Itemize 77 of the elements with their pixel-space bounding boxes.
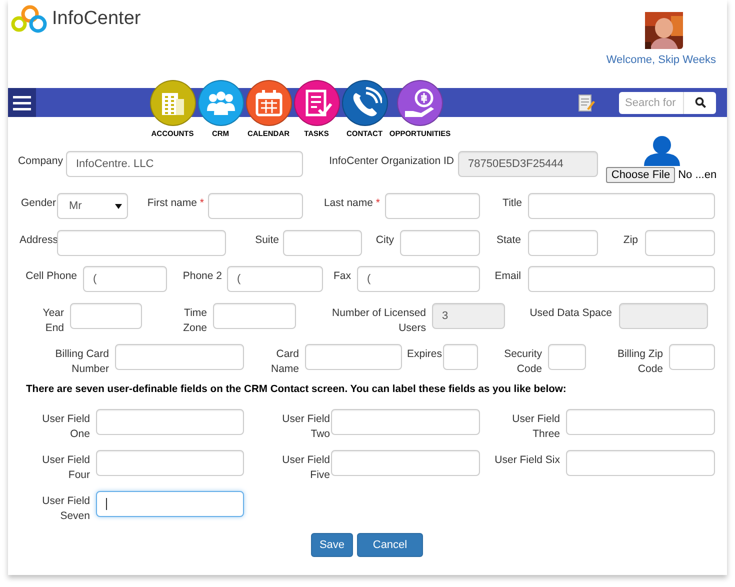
text-field[interactable] — [645, 230, 715, 256]
logo-text: InfoCenter — [52, 7, 141, 31]
field-label: Cell Phone — [24, 269, 77, 284]
caret-icon — [115, 204, 122, 208]
field-label: Expires — [406, 347, 442, 362]
field-label: Phone 2 — [182, 269, 222, 284]
field-label: User Field Six — [494, 453, 560, 468]
text-field[interactable] — [115, 344, 244, 370]
field-label: Card Name — [270, 347, 299, 377]
field-label: User Field Four — [41, 453, 90, 483]
text-field[interactable] — [385, 193, 480, 219]
text-field[interactable]: 78750E5D3F25444 — [458, 151, 598, 177]
search-button[interactable] — [683, 92, 716, 114]
text-field[interactable] — [566, 409, 715, 435]
text-field[interactable]: 3 — [432, 303, 505, 329]
menu-icon — [13, 94, 31, 110]
field-label: Security Code — [503, 347, 542, 377]
text-field[interactable] — [96, 491, 244, 517]
field-label: Used Data Space — [528, 306, 612, 321]
field-label: Billing Zip Code — [616, 347, 663, 377]
field-label: User Field Seven — [41, 494, 90, 524]
field-label: User Field Three — [511, 412, 560, 442]
gender-dropdown[interactable]: Mr — [57, 193, 128, 219]
field-label: Last name * — [322, 196, 380, 211]
text-field[interactable]: ( — [227, 266, 323, 292]
text-field[interactable] — [96, 409, 244, 435]
field-label: First name * — [146, 196, 204, 211]
text-field[interactable] — [305, 344, 402, 370]
field-label: User Field Two — [281, 412, 330, 442]
text-field[interactable] — [669, 344, 715, 370]
cancel-button[interactable]: Cancel — [357, 533, 423, 557]
text-field[interactable] — [70, 303, 142, 329]
text-field[interactable]: ( — [83, 266, 167, 292]
field-label: User Field Five — [281, 453, 330, 483]
file-name-text: No ...en — [678, 168, 717, 183]
welcome-link[interactable]: Welcome, Skip Weeks — [606, 52, 716, 68]
field-label: Email — [494, 269, 521, 284]
field-label: User Field One — [41, 412, 90, 442]
field-label: Address — [18, 233, 58, 248]
text-field[interactable] — [283, 230, 362, 256]
text-field[interactable] — [57, 230, 226, 256]
field-label: State — [496, 233, 521, 248]
menu-button[interactable] — [8, 88, 36, 117]
text-field[interactable] — [619, 303, 708, 329]
field-label: Number of Licensed Users — [331, 306, 426, 336]
text-field[interactable] — [208, 193, 303, 219]
text-field[interactable] — [331, 450, 480, 476]
text-field[interactable] — [528, 193, 715, 219]
field-label: Zip — [622, 233, 638, 248]
text-field[interactable]: ( — [357, 266, 480, 292]
text-field[interactable] — [566, 450, 715, 476]
logo-icon — [10, 4, 48, 34]
search-field[interactable]: Search for — [619, 92, 683, 114]
text-field[interactable] — [400, 230, 480, 256]
field-label: Fax — [332, 269, 351, 284]
text-field[interactable] — [548, 344, 586, 370]
text-field[interactable] — [528, 230, 598, 256]
field-label: Company — [18, 154, 63, 169]
field-label: Year End — [42, 306, 64, 336]
text-field[interactable] — [96, 450, 244, 476]
instruction-text: There are seven user-definable fields on the CRM Contact screen. You can label these fields as you like below: — [26, 383, 568, 397]
field-label: Suite — [254, 233, 279, 248]
text-field[interactable] — [528, 266, 715, 292]
text-field[interactable]: InfoCentre. LLC — [66, 151, 303, 177]
text-field[interactable] — [331, 409, 480, 435]
text-field[interactable] — [213, 303, 296, 329]
field-label: InfoCenter Organization ID — [328, 154, 454, 169]
field-label: City — [374, 233, 394, 248]
field-label: Billing Card Number — [54, 347, 109, 377]
field-label: Gender — [20, 196, 56, 211]
notepad-icon — [578, 94, 595, 112]
save-button[interactable]: Save — [311, 533, 353, 557]
choose-file-button[interactable]: Choose File — [606, 167, 676, 184]
search-icon — [694, 97, 706, 108]
field-label: Title — [502, 196, 522, 211]
text-field[interactable] — [443, 344, 478, 370]
field-label: Time Zone — [182, 306, 207, 336]
